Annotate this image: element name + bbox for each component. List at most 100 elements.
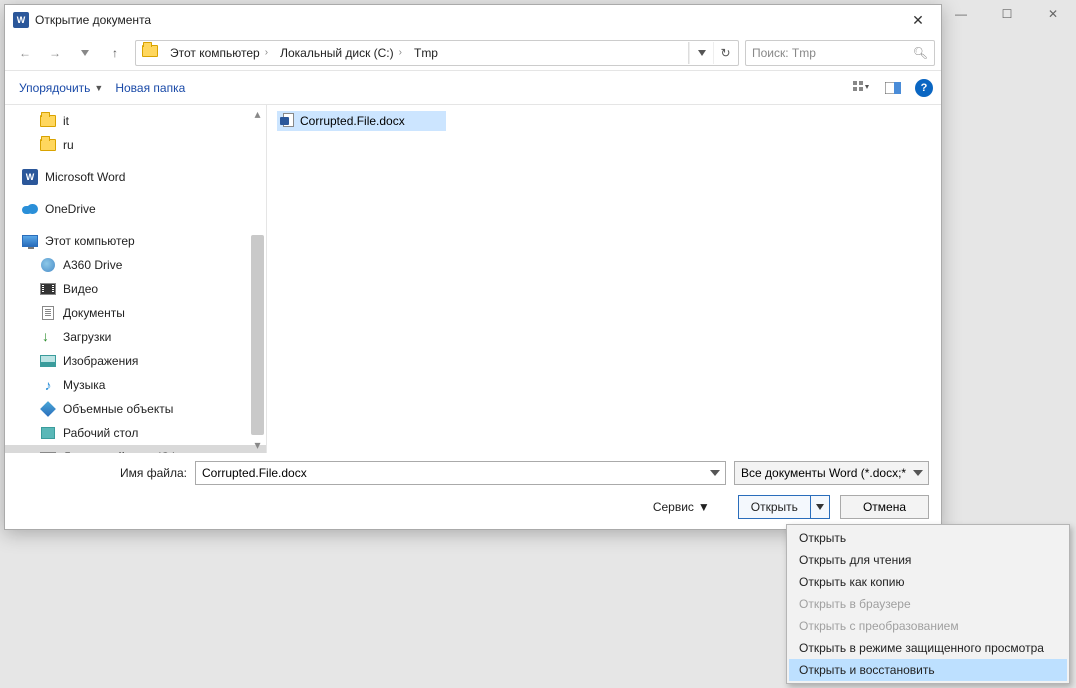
image-icon <box>39 353 57 369</box>
tools-button[interactable]: Сервис ▼ <box>653 500 710 514</box>
word-icon: W <box>21 169 39 185</box>
tree-item[interactable]: Этот компьютер <box>5 229 266 253</box>
tree-scrollbar[interactable]: ▴ ▾ <box>249 105 266 453</box>
navigation-tree[interactable]: ▴ ▾ it ru WMicrosoft Word OneDrive Этот комп… <box>5 105 267 453</box>
menu-item[interactable]: Открыть и восстановить <box>789 659 1067 681</box>
tree-item-label: Музыка <box>63 378 105 392</box>
organize-button[interactable]: Упорядочить ▼ <box>13 77 109 99</box>
tree-item-label: Локальный диск (C:) <box>63 450 177 453</box>
tree-item[interactable]: ♪ Музыка <box>5 373 266 397</box>
parent-minimize-button[interactable]: — <box>938 0 984 28</box>
a360-icon <box>39 257 57 273</box>
docx-icon <box>280 113 296 129</box>
toolbar: Упорядочить ▼ Новая папка ? <box>5 71 941 105</box>
tree-item[interactable]: WMicrosoft Word <box>5 165 266 189</box>
breadcrumb-segment[interactable]: Этот компьютер› <box>164 41 274 65</box>
dialog-title: Открытие документа <box>35 13 903 27</box>
tree-item[interactable]: Загрузки <box>5 325 266 349</box>
parent-close-button[interactable]: ✕ <box>1030 0 1076 28</box>
search-input[interactable]: Поиск: Tmp 🔍︎ <box>745 40 935 66</box>
preview-pane-button[interactable] <box>879 76 907 100</box>
tree-item[interactable]: Локальный диск (C:) <box>5 445 266 453</box>
tree-item[interactable]: Рабочий стол <box>5 421 266 445</box>
download-icon <box>39 329 57 345</box>
tree-item[interactable]: Видео <box>5 277 266 301</box>
file-name: Corrupted.File.docx <box>300 114 405 128</box>
filename-label: Имя файла: <box>17 466 187 480</box>
tree-item[interactable]: OneDrive <box>5 197 266 221</box>
breadcrumb-bar[interactable]: Этот компьютер› Локальный диск (C:)› Tmp… <box>135 40 739 66</box>
cancel-button[interactable]: Отмена <box>840 495 929 519</box>
tree-item[interactable]: Объемные объекты <box>5 397 266 421</box>
breadcrumb-label: Локальный диск (C:) <box>280 46 394 60</box>
drive-icon <box>39 449 57 453</box>
tree-item-label: Рабочий стол <box>63 426 138 440</box>
open-dropdown-menu: ОткрытьОткрыть для чтенияОткрыть как коп… <box>786 524 1070 684</box>
menu-item[interactable]: Открыть <box>789 527 1067 549</box>
menu-item[interactable]: Открыть как копию <box>789 571 1067 593</box>
folder-icon <box>39 113 57 129</box>
refresh-button[interactable]: ↻ <box>713 42 737 64</box>
filename-input[interactable] <box>195 461 726 485</box>
open-dropdown-button[interactable] <box>811 496 829 518</box>
tree-item-label: ru <box>63 138 74 152</box>
open-file-dialog: W Открытие документа ✕ ← → ↑ Этот компью… <box>4 4 942 530</box>
chevron-down-icon: ▼ <box>698 500 710 514</box>
content-area: ▴ ▾ it ru WMicrosoft Word OneDrive Этот комп… <box>5 105 941 453</box>
tree-item-label: A360 Drive <box>63 258 122 272</box>
tree-item-label: Видео <box>63 282 98 296</box>
organize-label: Упорядочить <box>19 81 90 95</box>
onedrive-icon <box>21 201 39 217</box>
video-icon <box>39 281 57 297</box>
tree-item-label: Документы <box>63 306 125 320</box>
forward-button[interactable]: → <box>41 40 69 66</box>
tree-item[interactable]: Изображения <box>5 349 266 373</box>
doc-icon <box>39 305 57 321</box>
music-icon: ♪ <box>39 377 57 393</box>
help-button[interactable]: ? <box>915 79 933 97</box>
scroll-up-button[interactable]: ▴ <box>249 105 266 122</box>
menu-item[interactable]: Открыть для чтения <box>789 549 1067 571</box>
tree-item-label: Объемные объекты <box>63 402 173 416</box>
open-button[interactable]: Открыть <box>739 496 811 518</box>
tree-item-label: OneDrive <box>45 202 96 216</box>
3d-icon <box>39 401 57 417</box>
tools-label: Сервис <box>653 500 694 514</box>
file-list[interactable]: Corrupted.File.docx <box>267 105 941 453</box>
chevron-down-icon: ▼ <box>94 83 103 93</box>
search-placeholder: Поиск: Tmp <box>752 46 816 60</box>
filetype-select[interactable] <box>734 461 929 485</box>
search-icon: 🔍︎ <box>913 46 928 60</box>
parent-maximize-button[interactable]: ☐ <box>984 0 1030 28</box>
tree-item[interactable]: ru <box>5 133 266 157</box>
parent-window-controls: — ☐ ✕ <box>938 0 1076 28</box>
back-button[interactable]: ← <box>11 40 39 66</box>
tree-item[interactable]: it <box>5 109 266 133</box>
new-folder-button[interactable]: Новая папка <box>109 77 191 99</box>
folder-icon <box>39 137 57 153</box>
menu-item: Открыть в браузере <box>789 593 1067 615</box>
breadcrumb-dropdown-button[interactable] <box>689 42 713 64</box>
breadcrumb-segment[interactable]: Локальный диск (C:)› <box>274 41 408 65</box>
tree-item-label: Загрузки <box>63 330 111 344</box>
tree-item-label: Этот компьютер <box>45 234 135 248</box>
recent-locations-button[interactable] <box>71 40 99 66</box>
menu-item: Открыть с преобразованием <box>789 615 1067 637</box>
tree-item-label: Изображения <box>63 354 138 368</box>
scroll-down-button[interactable]: ▾ <box>249 436 266 453</box>
file-item[interactable]: Corrupted.File.docx <box>277 111 446 131</box>
address-bar-row: ← → ↑ Этот компьютер› Локальный диск (C:… <box>5 35 941 71</box>
close-button[interactable]: ✕ <box>903 12 933 29</box>
title-bar: W Открытие документа ✕ <box>5 5 941 35</box>
folder-icon <box>142 45 160 61</box>
scroll-thumb[interactable] <box>251 235 264 435</box>
tree-item[interactable]: A360 Drive <box>5 253 266 277</box>
new-folder-label: Новая папка <box>115 81 185 95</box>
menu-item[interactable]: Открыть в режиме защищенного просмотра <box>789 637 1067 659</box>
word-app-icon: W <box>13 12 29 28</box>
breadcrumb-label: Этот компьютер <box>170 46 260 60</box>
tree-item[interactable]: Документы <box>5 301 266 325</box>
breadcrumb-segment[interactable]: Tmp <box>408 41 444 65</box>
view-options-button[interactable] <box>847 76 875 100</box>
up-button[interactable]: ↑ <box>101 40 129 66</box>
